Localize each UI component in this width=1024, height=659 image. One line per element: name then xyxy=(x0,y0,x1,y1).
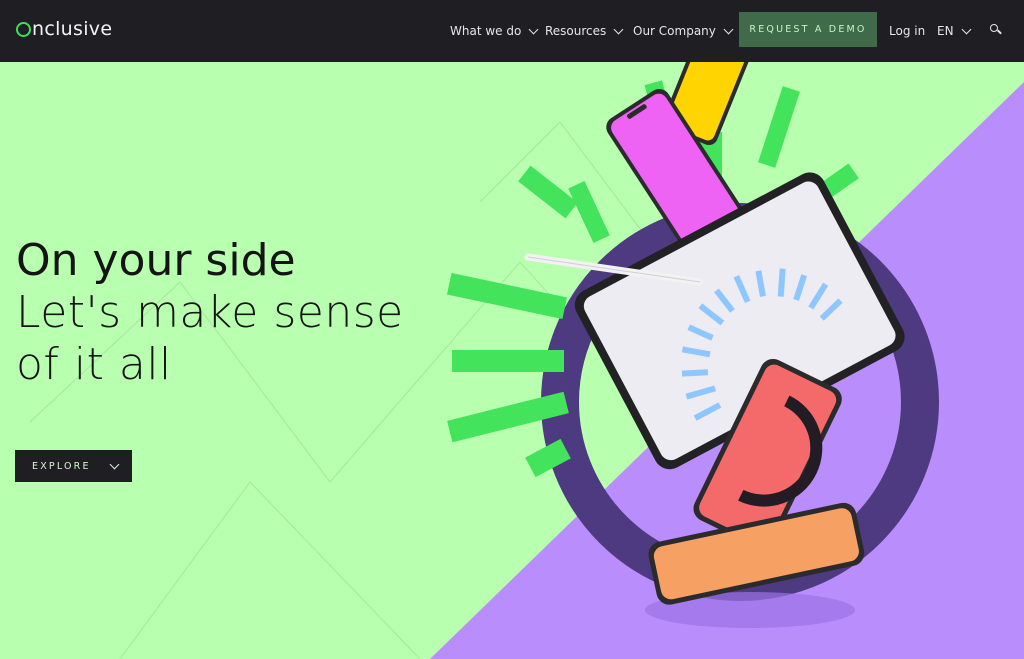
chevron-down-icon xyxy=(613,24,624,34)
logo-o-icon xyxy=(16,21,31,37)
nav-resources-label: Resources xyxy=(545,24,607,38)
language-selector[interactable]: EN xyxy=(937,0,972,62)
login-link[interactable]: Log in xyxy=(889,0,925,62)
explore-button[interactable]: EXPLORE xyxy=(15,450,132,482)
chevron-down-icon xyxy=(528,24,539,34)
chevron-down-icon xyxy=(723,24,734,34)
hero-headline: On your side Let's make sense of it all xyxy=(16,235,476,391)
explore-label: EXPLORE xyxy=(32,460,91,472)
language-label: EN xyxy=(937,24,954,38)
chevron-down-icon xyxy=(109,459,120,469)
hero-subtitle-line-2: of it all xyxy=(16,339,172,390)
hero-title: On your side xyxy=(16,235,296,286)
hero-subtitle-line-1: Let's make sense xyxy=(16,287,404,338)
nav-our-company-label: Our Company xyxy=(633,24,716,38)
nav-what-we-do[interactable]: What we do xyxy=(450,0,539,62)
nav-our-company[interactable]: Our Company xyxy=(633,0,734,62)
search-icon[interactable] xyxy=(990,24,1002,35)
chevron-down-icon xyxy=(961,24,972,34)
logo-wordmark: nclusive xyxy=(32,18,113,40)
top-nav: nclusive What we do Resources Our Compan… xyxy=(0,0,1024,62)
nav-what-we-do-label: What we do xyxy=(450,24,522,38)
onclusive-logo[interactable]: nclusive xyxy=(16,16,112,42)
nav-resources[interactable]: Resources xyxy=(545,0,624,62)
request-demo-button[interactable]: REQUEST A DEMO xyxy=(739,12,877,47)
hero-section: On your side Let's make sense of it all … xyxy=(0,62,1024,659)
login-label: Log in xyxy=(889,24,926,38)
